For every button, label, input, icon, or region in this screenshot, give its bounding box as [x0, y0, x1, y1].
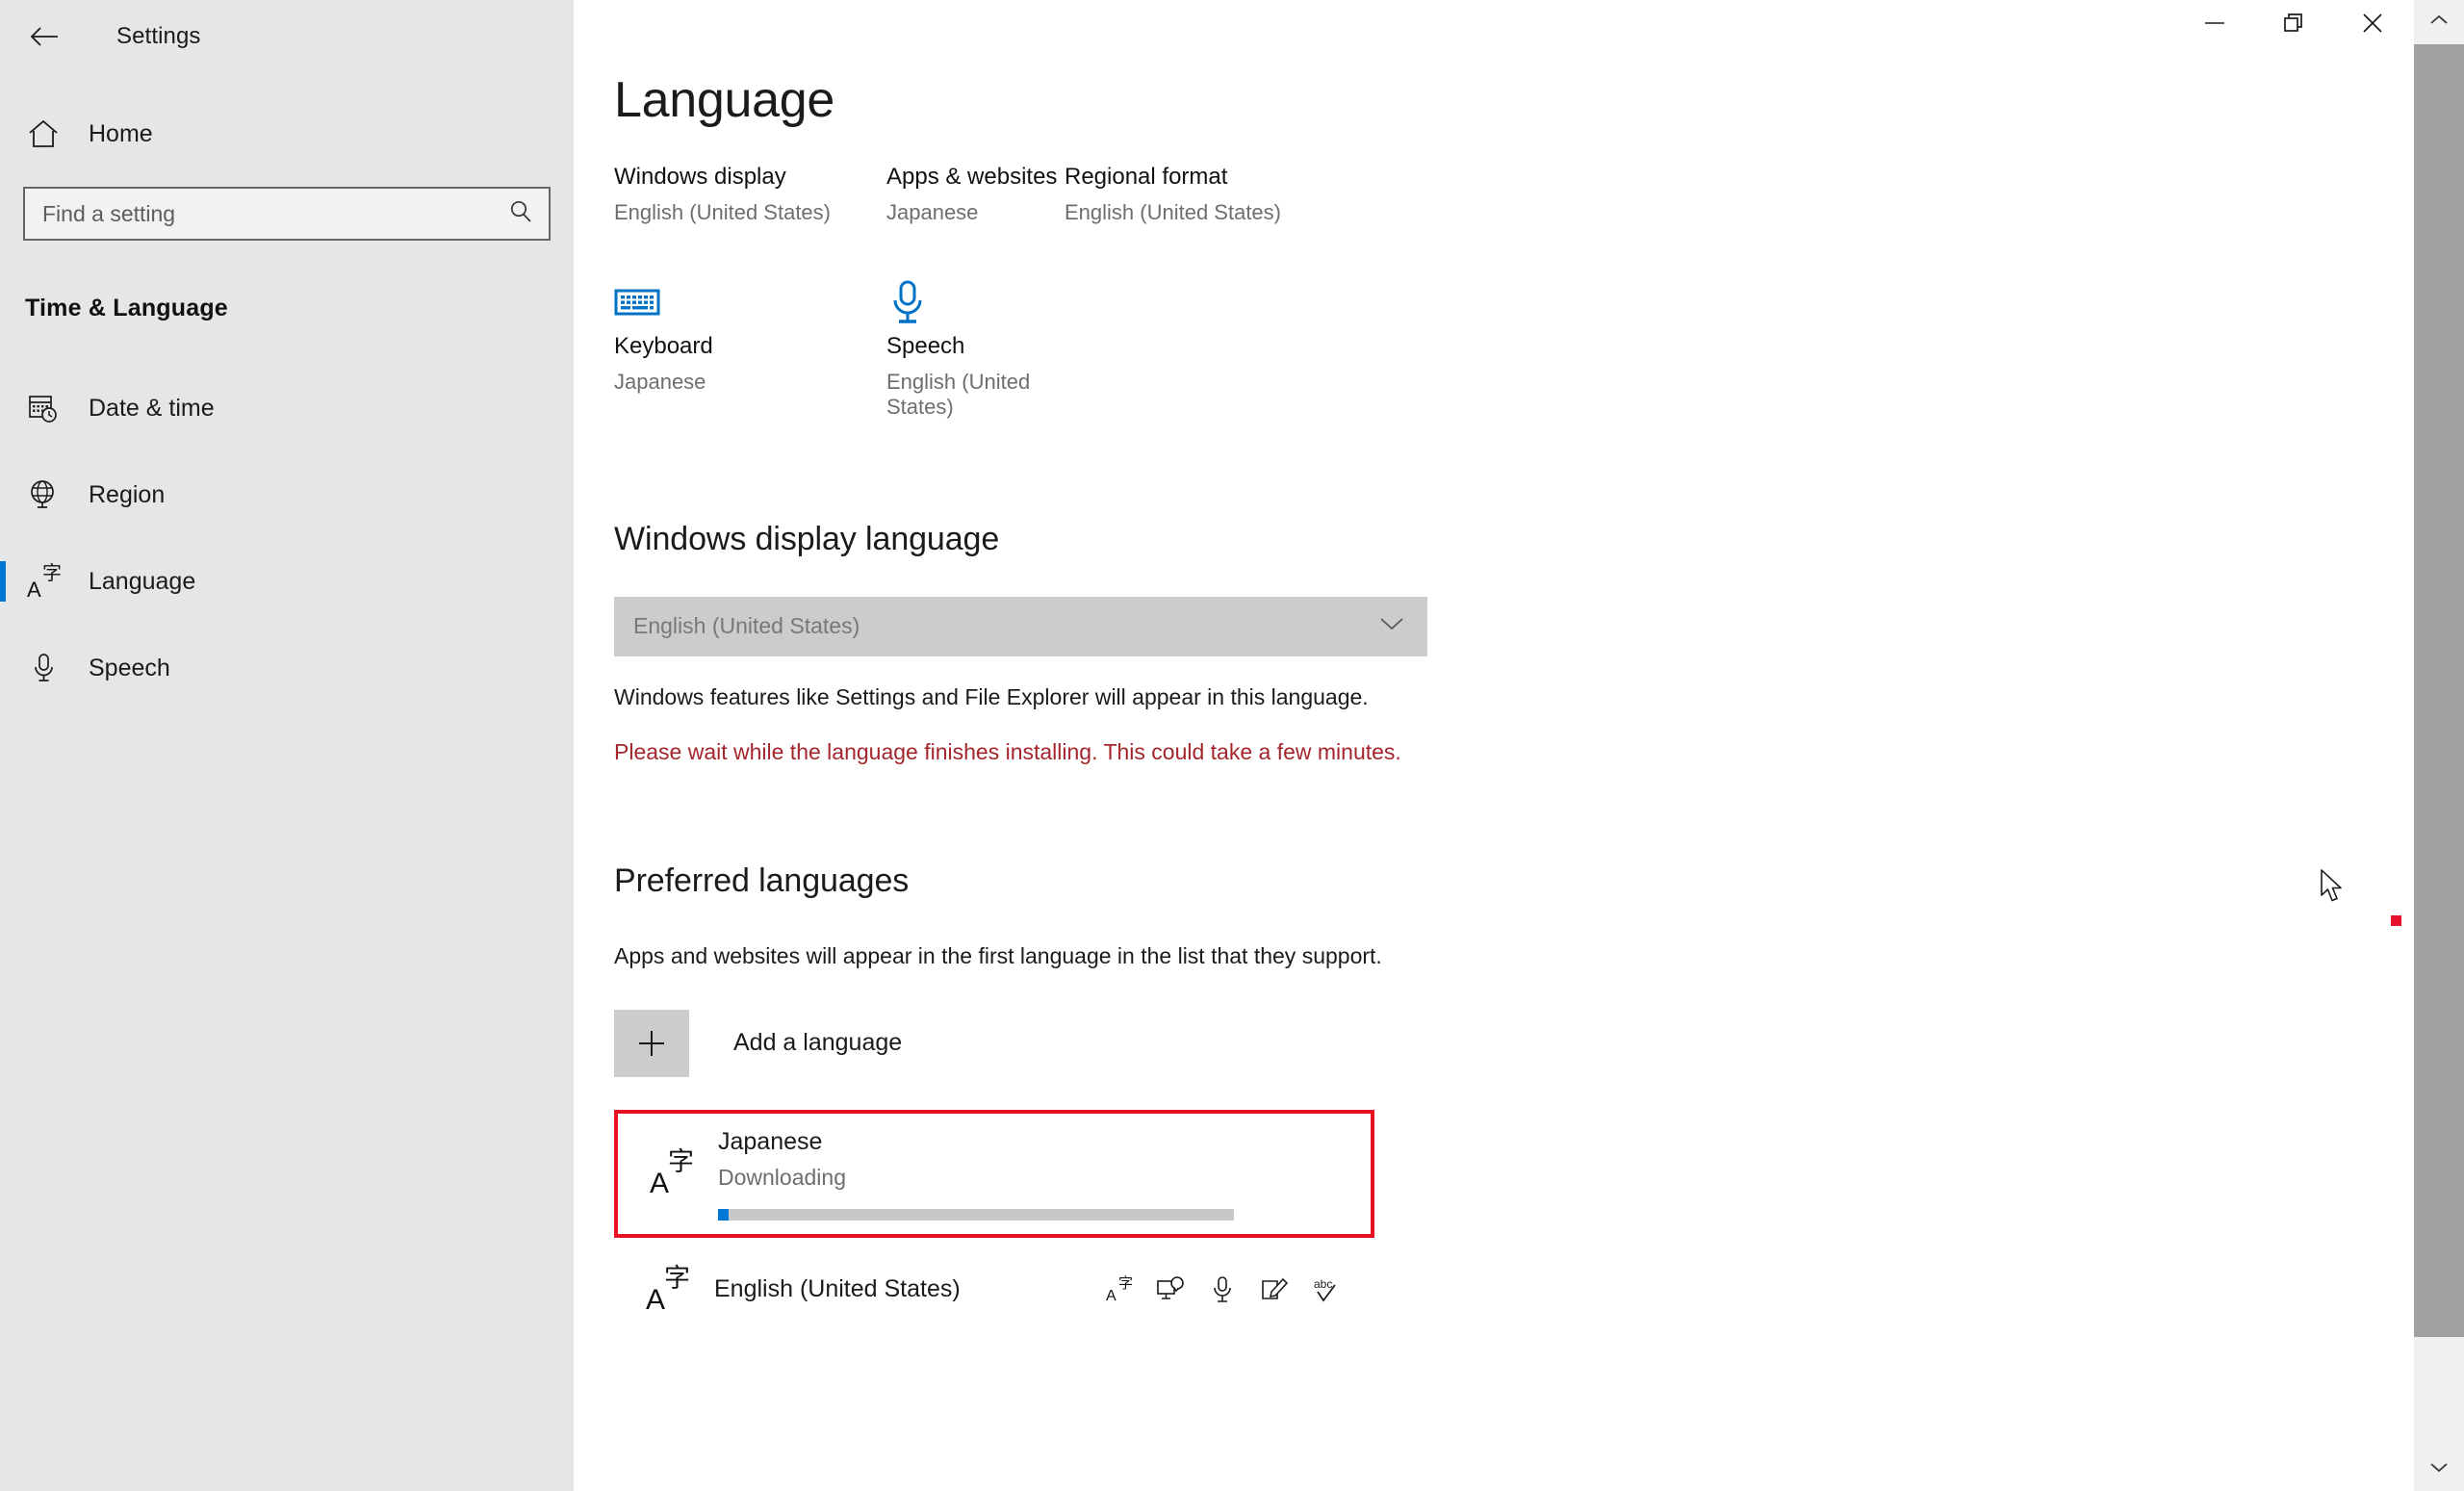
sidebar-item-speech[interactable]: Speech — [0, 625, 574, 711]
restore-button[interactable] — [2254, 0, 2333, 50]
sidebar-group-title: Time & Language — [25, 295, 228, 321]
search-icon[interactable] — [508, 199, 533, 229]
display-language-description: Windows features like Settings and File … — [614, 683, 1369, 709]
download-progress-bar — [718, 1208, 1234, 1221]
svg-text:abc: abc — [1314, 1277, 1332, 1291]
handwriting-icon — [1255, 1271, 1294, 1309]
microphone-icon — [21, 653, 65, 683]
vertical-scrollbar[interactable] — [2414, 0, 2464, 1491]
sidebar: Settings Home Time & Language — [0, 0, 574, 1491]
chevron-down-icon — [1379, 616, 1404, 636]
add-language-button[interactable]: Add a language — [614, 1009, 1095, 1077]
sidebar-item-language[interactable]: A字 Language — [0, 538, 574, 625]
language-row-body: Japanese Downloading — [718, 1127, 1351, 1221]
sidebar-item-label: Home — [89, 119, 153, 147]
sidebar-titlebar: Settings — [0, 0, 574, 73]
tile-value: Japanese — [886, 199, 979, 224]
sidebar-item-label: Speech — [89, 654, 170, 681]
back-button[interactable] — [13, 12, 75, 62]
language-row-english-united-states[interactable]: A 字 English (United States) A 字 abc — [614, 1238, 1374, 1342]
summary-tile-regional-format[interactable]: Regional format English (United States) — [1065, 164, 1353, 225]
page-content: Language Windows display English (United… — [614, 75, 2337, 1342]
app-title: Settings — [116, 23, 201, 49]
sidebar-item-home[interactable]: Home — [0, 104, 574, 164]
sidebar-item-label: Language — [89, 567, 196, 595]
sidebar-item-region[interactable]: Region — [0, 451, 574, 538]
summary-tile-speech[interactable]: Speech English (United States) — [886, 271, 1065, 421]
tile-name: Windows display — [614, 164, 786, 190]
preferred-languages-description: Apps and websites will appear in the fir… — [614, 943, 1382, 969]
chevron-down-icon — [2429, 1460, 2449, 1478]
section-title: Windows display language — [614, 520, 1000, 557]
summary-tiles-row-1: Windows display English (United States) … — [614, 164, 1480, 225]
language-row-body: English (United States) — [714, 1274, 1099, 1304]
plus-icon — [614, 1009, 689, 1077]
language-icon: A字 — [27, 561, 62, 602]
summary-tile-keyboard[interactable]: Keyboard Japanese — [614, 271, 886, 421]
language-name: Japanese — [718, 1127, 823, 1155]
tile-name: Speech — [886, 333, 965, 360]
spellcheck-icon: abc — [1307, 1271, 1346, 1309]
tile-value: English (United States) — [886, 369, 1031, 420]
summary-tiles: Windows display English (United States) … — [614, 164, 1480, 421]
tile-value: English (United States) — [1065, 199, 1281, 224]
language-status: Downloading — [718, 1165, 846, 1191]
scroll-down-button[interactable] — [2414, 1447, 2464, 1491]
progress-fill — [718, 1208, 729, 1221]
preferred-languages-list: A 字 Japanese Downloading A 字 English (Un… — [614, 1109, 2337, 1342]
red-position-marker — [2391, 915, 2401, 926]
tile-name: Apps & websites — [886, 164, 1058, 190]
section-preferred-languages: Preferred languages Apps and websites wi… — [614, 862, 2337, 1341]
globe-icon — [21, 479, 65, 510]
close-icon — [2361, 12, 2384, 39]
language-capability-icons: A 字 abc — [1099, 1271, 1355, 1309]
home-icon — [21, 119, 65, 148]
speech-icon — [1203, 1271, 1242, 1309]
back-arrow-icon — [30, 26, 59, 47]
sidebar-item-label: Date & time — [89, 394, 215, 422]
search-input[interactable] — [42, 200, 500, 227]
display-language-dropdown[interactable]: English (United States) — [614, 596, 1427, 656]
scroll-up-button[interactable] — [2414, 0, 2464, 44]
sidebar-item-label: Region — [89, 480, 166, 508]
search-box[interactable] — [23, 187, 551, 241]
summary-tiles-row-2: Keyboard Japanese Speech English (United… — [614, 271, 1480, 421]
sidebar-item-date-time[interactable]: Date & time — [0, 365, 574, 451]
minimize-icon — [2203, 16, 2226, 34]
microphone-icon — [886, 271, 1065, 333]
page-title: Language — [614, 72, 834, 128]
tile-value: English (United States) — [614, 199, 831, 224]
window-controls — [2175, 0, 2412, 50]
summary-tile-apps-websites[interactable]: Apps & websites Japanese — [886, 164, 1065, 225]
display-language-warning: Please wait while the language finishes … — [614, 739, 1401, 765]
tile-name: Regional format — [1065, 164, 1228, 190]
minimize-button[interactable] — [2175, 0, 2254, 50]
language-icon: A 字 — [650, 1147, 694, 1200]
tile-name: Keyboard — [614, 333, 713, 360]
sidebar-nav-list: Date & time Region A字 Language Speech — [0, 365, 574, 711]
tile-value: Japanese — [614, 369, 706, 394]
keyboard-icon — [614, 271, 886, 333]
display-language-icon — [1151, 1271, 1190, 1309]
scrollbar-track[interactable] — [2414, 44, 2464, 1447]
restore-icon — [2282, 12, 2305, 39]
close-button[interactable] — [2333, 0, 2412, 50]
settings-window: Settings Home Time & Language — [0, 0, 2464, 1491]
language-pack-icon: A 字 — [1106, 1273, 1133, 1304]
section-title: Preferred languages — [614, 862, 910, 900]
language-name: English (United States) — [714, 1275, 961, 1303]
language-row-japanese[interactable]: A 字 Japanese Downloading — [614, 1109, 1374, 1238]
section-windows-display-language: Windows display language English (United… — [614, 521, 2337, 769]
calendar-clock-icon — [21, 393, 65, 424]
add-language-label: Add a language — [733, 1029, 903, 1057]
summary-tile-windows-display[interactable]: Windows display English (United States) — [614, 164, 886, 225]
dropdown-value: English (United States) — [633, 613, 860, 639]
main-content: Language Windows display English (United… — [574, 0, 2464, 1491]
chevron-up-icon — [2429, 13, 2449, 31]
scrollbar-thumb[interactable] — [2414, 44, 2464, 1337]
language-icon: A 字 — [646, 1263, 690, 1316]
